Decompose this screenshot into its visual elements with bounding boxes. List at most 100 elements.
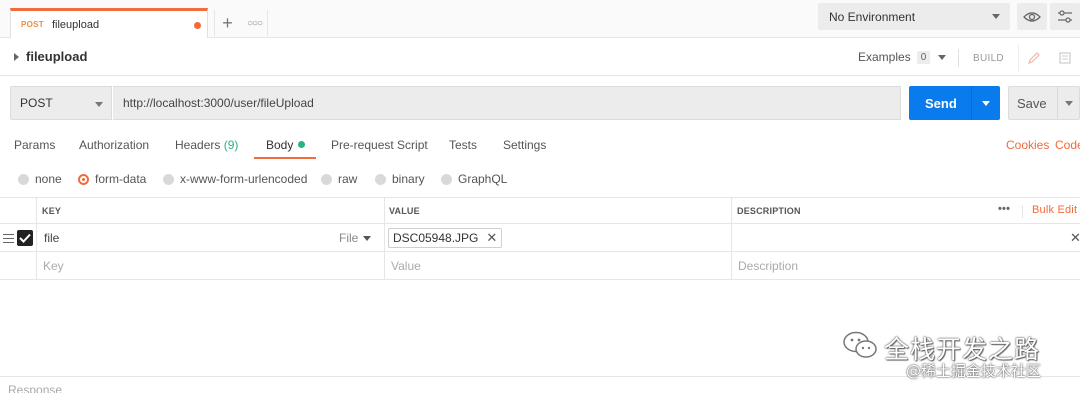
tab-more-button[interactable]: ○○○: [242, 10, 268, 36]
method-label: POST: [20, 96, 53, 110]
build-button[interactable]: BUILD: [958, 49, 1004, 67]
tab-headers-label: Headers: [175, 138, 221, 152]
table-header: KEY VALUE DESCRIPTION ••• Bulk Edit: [0, 197, 1080, 224]
cookies-link[interactable]: Cookies: [1006, 138, 1049, 152]
body-indicator-dot-icon: [298, 141, 306, 148]
column-description: DESCRIPTION: [737, 206, 801, 216]
chevron-down-icon[interactable]: [982, 101, 990, 106]
tab-params[interactable]: Params: [14, 138, 55, 152]
tab-settings[interactable]: Settings: [503, 138, 546, 152]
remove-file-icon[interactable]: ✕: [486, 230, 497, 246]
row-checkbox[interactable]: [17, 230, 33, 246]
watermark-subtitle: @稀土掘金技术社区: [906, 362, 1042, 380]
radio-graphql[interactable]: GraphQL: [441, 172, 507, 186]
examples-count: 0: [916, 50, 931, 64]
send-label: Send: [925, 95, 957, 111]
table-row-new: Key Value Description: [0, 252, 1080, 280]
key-type-label: File: [339, 231, 359, 245]
environment-label: No Environment: [829, 9, 916, 24]
row-key[interactable]: file: [44, 231, 59, 245]
environment-quick-look-button[interactable]: [1017, 3, 1047, 30]
request-tab-name: fileupload: [51, 18, 100, 31]
file-name: DSC05948.JPG: [393, 231, 479, 245]
save-label: Save: [1017, 95, 1047, 111]
column-key: KEY: [42, 206, 62, 216]
radio-circle-checked: [78, 173, 89, 185]
radio-circle: [441, 173, 452, 185]
drag-handle-icon[interactable]: [3, 234, 14, 243]
add-tab-button[interactable]: +: [214, 10, 240, 36]
chevron-down-icon: [95, 102, 103, 107]
radio-none[interactable]: none: [18, 172, 62, 186]
request-title[interactable]: fileupload: [26, 49, 87, 64]
radio-circle: [375, 173, 386, 185]
active-tab-underline: [254, 157, 316, 159]
environment-select[interactable]: No Environment: [818, 3, 1010, 30]
radio-label: x-www-form-urlencoded: [180, 172, 308, 186]
response-label: Response: [8, 383, 63, 393]
request-name-row: fileupload Examples 0 BUILD: [0, 39, 1080, 76]
tab-pre-request-script[interactable]: Pre-request Script: [331, 138, 428, 152]
unsaved-dot-icon: [194, 22, 201, 29]
request-tab-method: POST: [21, 20, 44, 29]
pencil-icon: [1027, 52, 1040, 64]
new-key-input[interactable]: Key: [43, 259, 64, 273]
headers-count: (9): [223, 138, 239, 152]
radio-binary[interactable]: binary: [375, 172, 425, 186]
send-button[interactable]: Send: [909, 86, 1000, 120]
chevron-down-icon: [992, 14, 1000, 19]
manage-environments-button[interactable]: [1050, 3, 1080, 30]
radio-label: GraphQL: [458, 172, 508, 186]
key-type-select[interactable]: File: [339, 231, 372, 245]
radio-raw[interactable]: raw: [321, 172, 357, 186]
tab-bar: POST fileupload + ○○○ No Environment: [0, 0, 1080, 38]
request-tab[interactable]: POST fileupload: [10, 8, 208, 38]
radio-form-data[interactable]: form-data: [78, 172, 146, 186]
wechat-logo-icon: [843, 331, 877, 358]
chevron-down-icon[interactable]: [1065, 101, 1073, 106]
radio-circle: [18, 173, 29, 185]
header-divider: [1022, 205, 1023, 218]
examples-dropdown[interactable]: Examples 0: [858, 50, 947, 64]
documentation-button[interactable]: [1050, 45, 1080, 71]
check-icon: [19, 233, 31, 243]
examples-label: Examples: [858, 50, 911, 64]
plus-icon: +: [222, 12, 233, 33]
radio-label: form-data: [95, 172, 147, 186]
delete-row-icon[interactable]: ✕: [1070, 230, 1080, 246]
save-button[interactable]: Save: [1008, 86, 1080, 120]
tab-tests[interactable]: Tests: [449, 138, 477, 152]
url-input[interactable]: [113, 86, 901, 120]
tab-body-label: Body: [266, 138, 294, 152]
new-value-input[interactable]: Value: [391, 259, 421, 273]
body-type-radios: none form-data x-www-form-urlencoded raw…: [0, 168, 1080, 190]
code-link[interactable]: Code: [1055, 138, 1080, 152]
document-icon: [1059, 52, 1071, 64]
request-tabs: Params Authorization Headers (9) Body Pr…: [0, 130, 1080, 160]
chevron-down-icon: [363, 235, 372, 241]
radio-x-www-form-urlencoded[interactable]: x-www-form-urlencoded: [163, 172, 307, 186]
radio-label: none: [35, 172, 62, 186]
save-divider: [1057, 87, 1058, 119]
file-chip: DSC05948.JPG ✕: [388, 228, 503, 248]
eye-icon: [1023, 11, 1041, 22]
radio-circle: [321, 173, 332, 185]
tab-authorization[interactable]: Authorization: [79, 138, 149, 152]
sliders-icon: [1058, 9, 1072, 23]
edit-button[interactable]: [1018, 45, 1048, 71]
column-value: VALUE: [389, 206, 420, 216]
table-row: file File DSC05948.JPG ✕ ✕: [0, 224, 1080, 252]
table-more-button[interactable]: •••: [998, 203, 1010, 215]
tab-headers[interactable]: Headers (9): [175, 138, 238, 152]
send-divider: [971, 86, 972, 120]
radio-label: binary: [392, 172, 425, 186]
radio-circle: [163, 173, 174, 185]
method-select[interactable]: POST: [10, 86, 112, 120]
more-dots-icon: ○○○: [246, 17, 263, 29]
chevron-down-icon: [938, 54, 947, 60]
radio-label: raw: [338, 172, 358, 186]
tab-body[interactable]: Body: [266, 138, 306, 152]
caret-right-icon[interactable]: [14, 53, 19, 61]
new-description-input[interactable]: Description: [738, 259, 798, 273]
bulk-edit-link[interactable]: Bulk Edit: [1032, 204, 1077, 216]
